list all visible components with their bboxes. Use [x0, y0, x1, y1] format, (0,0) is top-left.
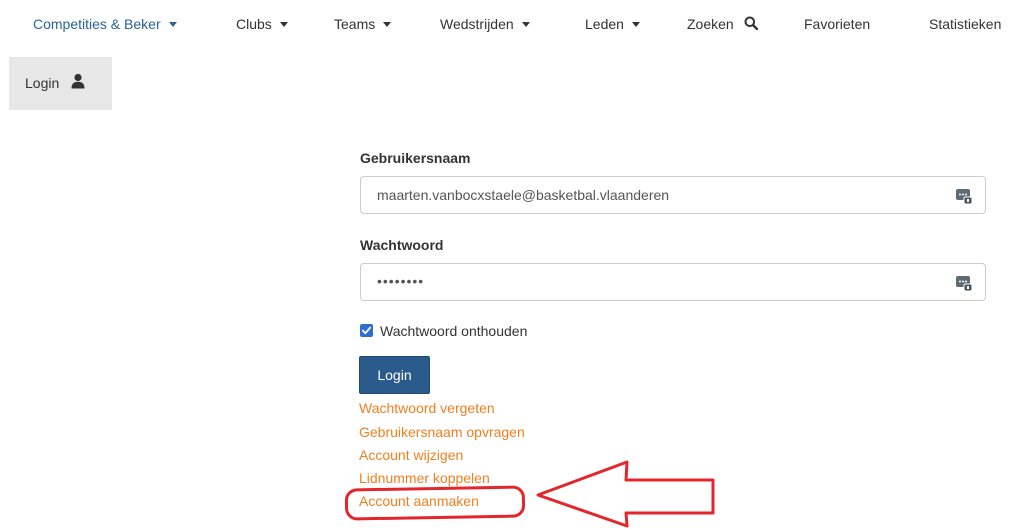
nav-item-label: Statistieken — [929, 16, 1002, 32]
nav-item-clubs[interactable]: Clubs — [236, 13, 288, 35]
nav-item-label: Teams — [334, 16, 376, 32]
nav-item-label: Clubs — [236, 16, 272, 32]
top-navbar: Competities & Beker Clubs Teams Wedstrij… — [0, 0, 1013, 48]
username-field[interactable]: maarten.vanbocxstaele@basketbal.vlaander… — [360, 176, 986, 214]
caret-down-icon — [279, 21, 288, 27]
nav-item-label: Wedstrijden — [440, 16, 514, 32]
login-tab-label: Login — [25, 75, 60, 91]
search-icon — [744, 16, 758, 31]
nav-item-label: Competities & Beker — [33, 16, 161, 32]
caret-down-icon — [168, 21, 177, 27]
username-label: Gebruikersnaam — [360, 150, 471, 166]
remember-me-label[interactable]: Wachtwoord onthouden — [380, 322, 527, 340]
remember-me-checkbox[interactable] — [360, 324, 373, 337]
nav-item-label: Leden — [585, 16, 624, 32]
nav-item-label: Zoeken — [687, 16, 734, 32]
login-button[interactable]: Login — [359, 356, 430, 394]
nav-item-leden[interactable]: Leden — [585, 13, 640, 35]
nav-item-wedstrijden[interactable]: Wedstrijden — [440, 13, 530, 35]
nav-item-zoeken[interactable]: Zoeken — [687, 13, 758, 35]
caret-down-icon — [521, 21, 530, 27]
username-value: maarten.vanbocxstaele@basketbal.vlaander… — [377, 187, 670, 203]
nav-item-label: Favorieten — [804, 16, 871, 32]
password-label: Wachtwoord — [360, 237, 444, 253]
nav-item-teams[interactable]: Teams — [334, 13, 392, 35]
nav-item-login[interactable]: Login — [9, 57, 112, 110]
link-forgot-password[interactable]: Wachtwoord vergeten — [359, 400, 495, 417]
password-manager-icon[interactable] — [956, 275, 972, 291]
caret-down-icon — [383, 21, 392, 27]
nav-item-favorieten[interactable]: Favorieten — [804, 13, 870, 35]
link-edit-account[interactable]: Account wijzigen — [359, 447, 463, 464]
caret-down-icon — [631, 21, 640, 27]
link-link-member-number[interactable]: Lidnummer koppelen — [359, 470, 490, 487]
check-icon — [361, 326, 372, 335]
nav-item-statistieken[interactable]: Statistieken — [929, 13, 1001, 35]
nav-item-competities[interactable]: Competities & Beker — [33, 13, 177, 35]
annotation-arrow-icon — [536, 460, 715, 528]
annotation-highlight-ellipse — [344, 485, 526, 521]
page: Competities & Beker Clubs Teams Wedstrij… — [0, 0, 1013, 529]
password-manager-icon[interactable] — [956, 188, 972, 204]
link-request-username[interactable]: Gebruikersnaam opvragen — [359, 424, 525, 441]
password-value: •••••••• — [377, 273, 425, 289]
password-field[interactable]: •••••••• — [360, 263, 986, 301]
user-icon — [71, 73, 85, 89]
